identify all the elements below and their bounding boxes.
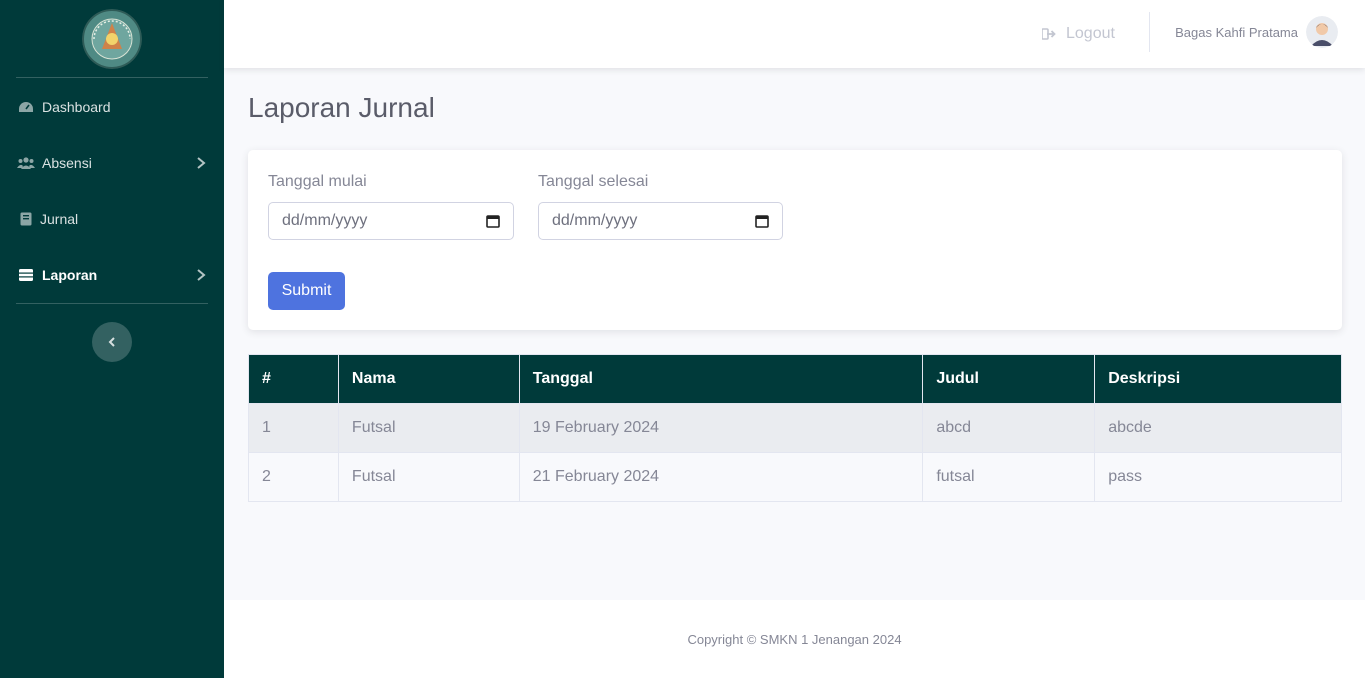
- sidebar-item-laporan[interactable]: Laporan: [0, 247, 224, 303]
- chevron-right-icon: [197, 157, 206, 169]
- cell-deskripsi: pass: [1094, 452, 1342, 502]
- journal-table: # Nama Tanggal Judul Deskripsi 1 Futsal …: [248, 354, 1342, 502]
- sidebar-item-label: Dashboard: [42, 99, 111, 115]
- column-header-tanggal[interactable]: Tanggal: [518, 354, 924, 404]
- cell-number: 2: [248, 452, 339, 502]
- topbar-divider: [1149, 12, 1150, 52]
- table-row: 1 Futsal 19 February 2024 abcd abcde: [248, 403, 1342, 453]
- book-icon: [16, 211, 36, 227]
- cell-nama: Futsal: [337, 452, 520, 502]
- start-date-label: Tanggal mulai: [268, 173, 367, 190]
- chevron-left-icon: [108, 337, 115, 347]
- start-date-placeholder: dd/mm/yyyy: [282, 212, 368, 229]
- footer: Copyright © SMKN 1 Jenangan 2024: [224, 600, 1365, 678]
- cell-judul: abcd: [922, 403, 1096, 453]
- sign-out-icon: [1042, 28, 1056, 40]
- calendar-icon[interactable]: [486, 214, 500, 228]
- column-header-number[interactable]: #: [248, 354, 339, 404]
- sidebar-item-absensi[interactable]: Absensi: [0, 135, 224, 191]
- column-header-judul[interactable]: Judul: [922, 354, 1096, 404]
- cell-deskripsi: abcde: [1094, 403, 1342, 453]
- page-title: Laporan Jurnal: [248, 92, 435, 123]
- cell-nama: Futsal: [337, 403, 520, 453]
- end-date-label: Tanggal selesai: [538, 173, 649, 190]
- user-dropdown[interactable]: Bagas Kahfi Pratama: [1175, 0, 1338, 64]
- sidebar-item-label: Laporan: [42, 267, 98, 283]
- sidebar-item-dashboard[interactable]: Dashboard: [0, 79, 224, 135]
- end-date-input[interactable]: dd/mm/yyyy: [538, 202, 783, 240]
- user-name: Bagas Kahfi Pratama: [1175, 24, 1298, 40]
- sidebar-brand[interactable]: [0, 0, 224, 77]
- avatar: [1306, 16, 1338, 48]
- cell-number: 1: [248, 403, 339, 453]
- copyright-text: Copyright © SMKN 1 Jenangan 2024: [687, 631, 902, 647]
- sidebar: Dashboard Absensi Jurnal Laporan: [0, 0, 224, 678]
- calendar-icon[interactable]: [755, 214, 769, 228]
- table-row: 2 Futsal 21 February 2024 futsal pass: [248, 452, 1342, 502]
- start-date-field: Tanggal mulai dd/mm/yyyy: [268, 173, 514, 240]
- table-icon: [16, 267, 36, 283]
- end-date-placeholder: dd/mm/yyyy: [552, 212, 638, 229]
- sidebar-toggle-wrap: [0, 304, 224, 362]
- school-logo: [82, 8, 142, 69]
- sidebar-item-label: Absensi: [42, 155, 92, 171]
- users-icon: [16, 155, 36, 171]
- cell-tanggal: 19 February 2024: [518, 403, 924, 453]
- topbar: Logout Bagas Kahfi Pratama: [224, 0, 1365, 68]
- column-header-nama[interactable]: Nama: [337, 354, 520, 404]
- sidebar-item-label: Jurnal: [40, 211, 79, 227]
- tachometer-icon: [16, 99, 36, 115]
- cell-judul: futsal: [922, 452, 1096, 502]
- logout-label: Logout: [1066, 25, 1115, 42]
- sidebar-toggle-button[interactable]: [92, 322, 132, 362]
- column-header-deskripsi[interactable]: Deskripsi: [1094, 354, 1342, 404]
- start-date-input[interactable]: dd/mm/yyyy: [268, 202, 514, 240]
- sidebar-item-jurnal[interactable]: Jurnal: [0, 191, 224, 247]
- filter-card: Tanggal mulai dd/mm/yyyy Tanggal selesai…: [248, 150, 1342, 330]
- table-header-row: # Nama Tanggal Judul Deskripsi: [248, 354, 1342, 404]
- chevron-right-icon: [197, 269, 206, 281]
- sidebar-divider: [16, 77, 208, 78]
- logout-link[interactable]: Logout: [1042, 0, 1115, 68]
- cell-tanggal: 21 February 2024: [518, 452, 924, 502]
- end-date-field: Tanggal selesai dd/mm/yyyy: [538, 173, 783, 240]
- submit-button[interactable]: Submit: [268, 272, 345, 310]
